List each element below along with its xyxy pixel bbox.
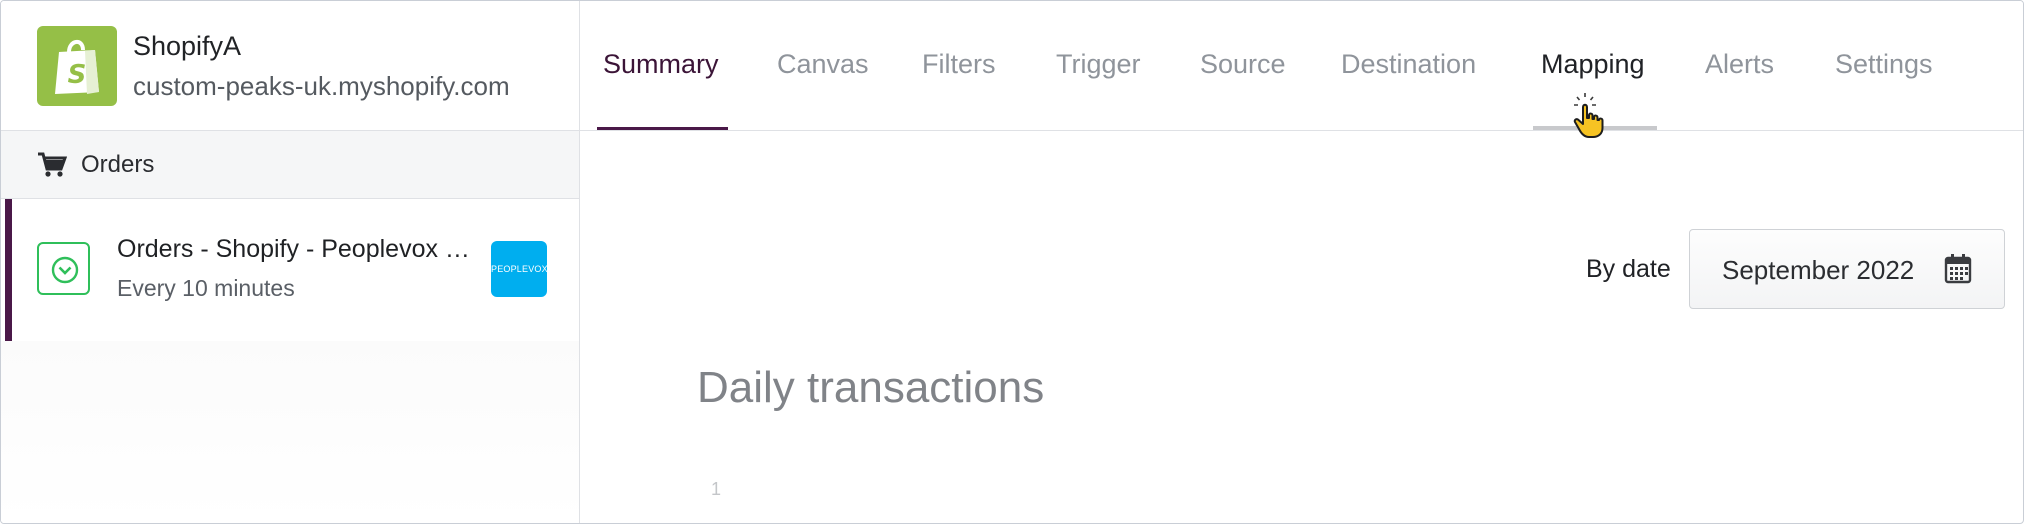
flow-list-item[interactable]: Orders - Shopify - Peoplevox … Every 10 … [1,199,579,341]
sidebar-section-label: Orders [81,151,155,178]
store-name: ShopifyA [133,31,242,61]
tab-trigger[interactable]: Trigger [1056,49,1141,80]
store-header: S ShopifyA custom-peaks-uk.myshopify.com [1,1,579,131]
tab-canvas[interactable]: Canvas [777,49,869,80]
svg-text:S: S [68,60,87,90]
tab-filters[interactable]: Filters [922,49,996,80]
peoplevox-logo: PEOPLEVOX [491,241,547,297]
tab-alerts[interactable]: Alerts [1705,49,1774,80]
flow-title: Orders - Shopify - Peoplevox … [117,235,467,263]
date-filter-label: By date [1586,255,1671,283]
date-picker[interactable]: September 2022 [1689,229,2005,309]
chart-axis-tick: 1 [711,479,722,499]
tab-settings[interactable]: Settings [1835,49,1933,80]
active-tab-indicator [597,127,728,130]
sidebar-section-orders[interactable]: Orders [1,131,579,199]
cart-icon [38,152,67,177]
section-title: Daily transactions [697,363,1045,412]
tab-source[interactable]: Source [1200,49,1286,80]
tab-destination[interactable]: Destination [1341,49,1476,80]
store-domain: custom-peaks-uk.myshopify.com [133,71,510,101]
sidebar: S ShopifyA custom-peaks-uk.myshopify.com… [1,1,580,523]
chevron-down-circle-icon [37,242,90,295]
tab-bar: Summary Canvas Filters Trigger Source De… [580,1,2023,131]
date-picker-value: September 2022 [1722,255,1915,285]
tab-summary[interactable]: Summary [603,49,719,80]
shopify-bag-icon: S [37,26,117,106]
hand-cursor-icon [1573,93,1604,138]
selected-indicator [5,199,12,341]
app-window: S ShopifyA custom-peaks-uk.myshopify.com… [0,0,2024,524]
tab-mapping[interactable]: Mapping [1541,49,1645,80]
flow-schedule: Every 10 minutes [117,275,295,301]
calendar-icon [1944,254,1972,284]
